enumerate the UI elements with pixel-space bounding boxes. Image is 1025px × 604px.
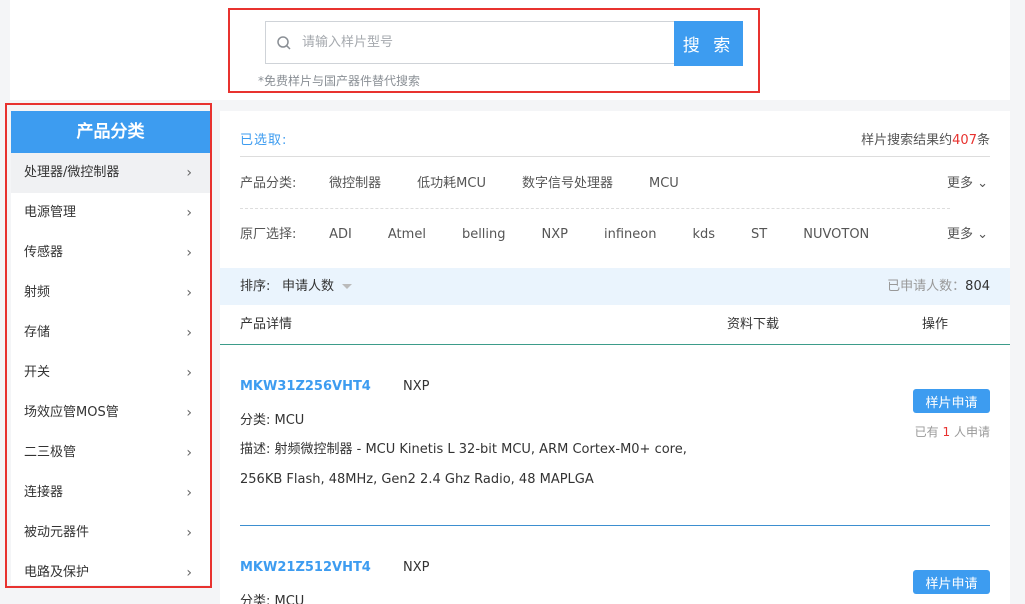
filter-option[interactable]: ST: [751, 217, 767, 253]
filter-option[interactable]: NUVOTON: [803, 217, 869, 253]
chevron-down-icon: ⌄: [977, 227, 988, 242]
category-more-link[interactable]: 更多 ⌄: [947, 166, 988, 202]
manufacturer-filter-label: 原厂选择:: [240, 227, 297, 242]
product-divider: [240, 525, 990, 526]
filter-option[interactable]: 数字信号处理器: [522, 166, 613, 202]
sidebar-highlight-frame: [5, 103, 212, 588]
filter-divider: [240, 208, 950, 209]
sort-label: 排序:: [240, 279, 271, 294]
category-filter-row: 产品分类: 微控制器 低功耗MCU 数字信号处理器 MCU 更多 ⌄: [240, 166, 990, 202]
filter-option[interactable]: 微控制器: [329, 166, 381, 202]
category-filter-label: 产品分类:: [240, 176, 297, 191]
caret-down-icon[interactable]: [342, 284, 352, 289]
filter-option[interactable]: belling: [462, 217, 506, 253]
header-detail: 产品详情: [240, 317, 293, 332]
product-category: 分类: MCU: [240, 594, 305, 604]
table-header: 产品详情 资料下载 操作: [220, 305, 1010, 345]
search-highlight-frame: [228, 8, 760, 93]
filter-option[interactable]: kds: [692, 217, 715, 253]
manufacturer-filter-row: 原厂选择: ADI Atmel belling NXP infineon kds ST NUV…: [240, 217, 990, 253]
apply-sample-button[interactable]: 样片申请: [913, 570, 990, 594]
chevron-down-icon: ⌄: [977, 176, 988, 191]
product-part-link[interactable]: MKW31Z256VHT4: [240, 379, 371, 394]
product-part-link[interactable]: MKW21Z512VHT4: [240, 560, 371, 575]
applied-count: 已申请人数：804: [887, 279, 990, 294]
selected-label: 已选取:: [240, 133, 288, 148]
main-content: 已选取: 样片搜索结果约407条 产品分类: 微控制器 低功耗MCU 数字信号处理器…: [220, 111, 1010, 604]
filter-option[interactable]: ADI: [329, 217, 352, 253]
product-brand: NXP: [403, 379, 430, 394]
apply-sample-button[interactable]: 样片申请: [913, 389, 990, 413]
product-category: 分类: MCU: [240, 413, 305, 428]
manufacturer-more-link[interactable]: 更多 ⌄: [947, 217, 988, 253]
filter-option[interactable]: 低功耗MCU: [417, 166, 486, 202]
selected-filters-row: 已选取: 样片搜索结果约407条: [240, 129, 990, 157]
result-count: 样片搜索结果约407条: [861, 133, 990, 148]
product-item: MKW31Z256VHT4 NXP 分类: MCU 描述: 射频微控制器 - M…: [240, 379, 990, 509]
product-description: 描述: 射频微控制器 - MCU Kinetis L 32-bit MCU, A…: [240, 442, 687, 487]
applicant-count: 已有 1 人申请: [914, 425, 990, 439]
product-brand: NXP: [403, 560, 430, 575]
filter-option[interactable]: Atmel: [388, 217, 426, 253]
header-download: 资料下载: [727, 317, 780, 332]
filter-option[interactable]: NXP: [542, 217, 568, 253]
filter-option[interactable]: infineon: [604, 217, 656, 253]
sort-bar: 排序: 申请人数 已申请人数：804: [220, 268, 1010, 305]
filter-option[interactable]: MCU: [649, 166, 679, 202]
header-operation: 操作: [922, 317, 949, 332]
product-item: MKW21Z512VHT4 NXP 分类: MCU 样片申请: [240, 560, 990, 604]
sort-dropdown[interactable]: 申请人数: [282, 268, 334, 305]
